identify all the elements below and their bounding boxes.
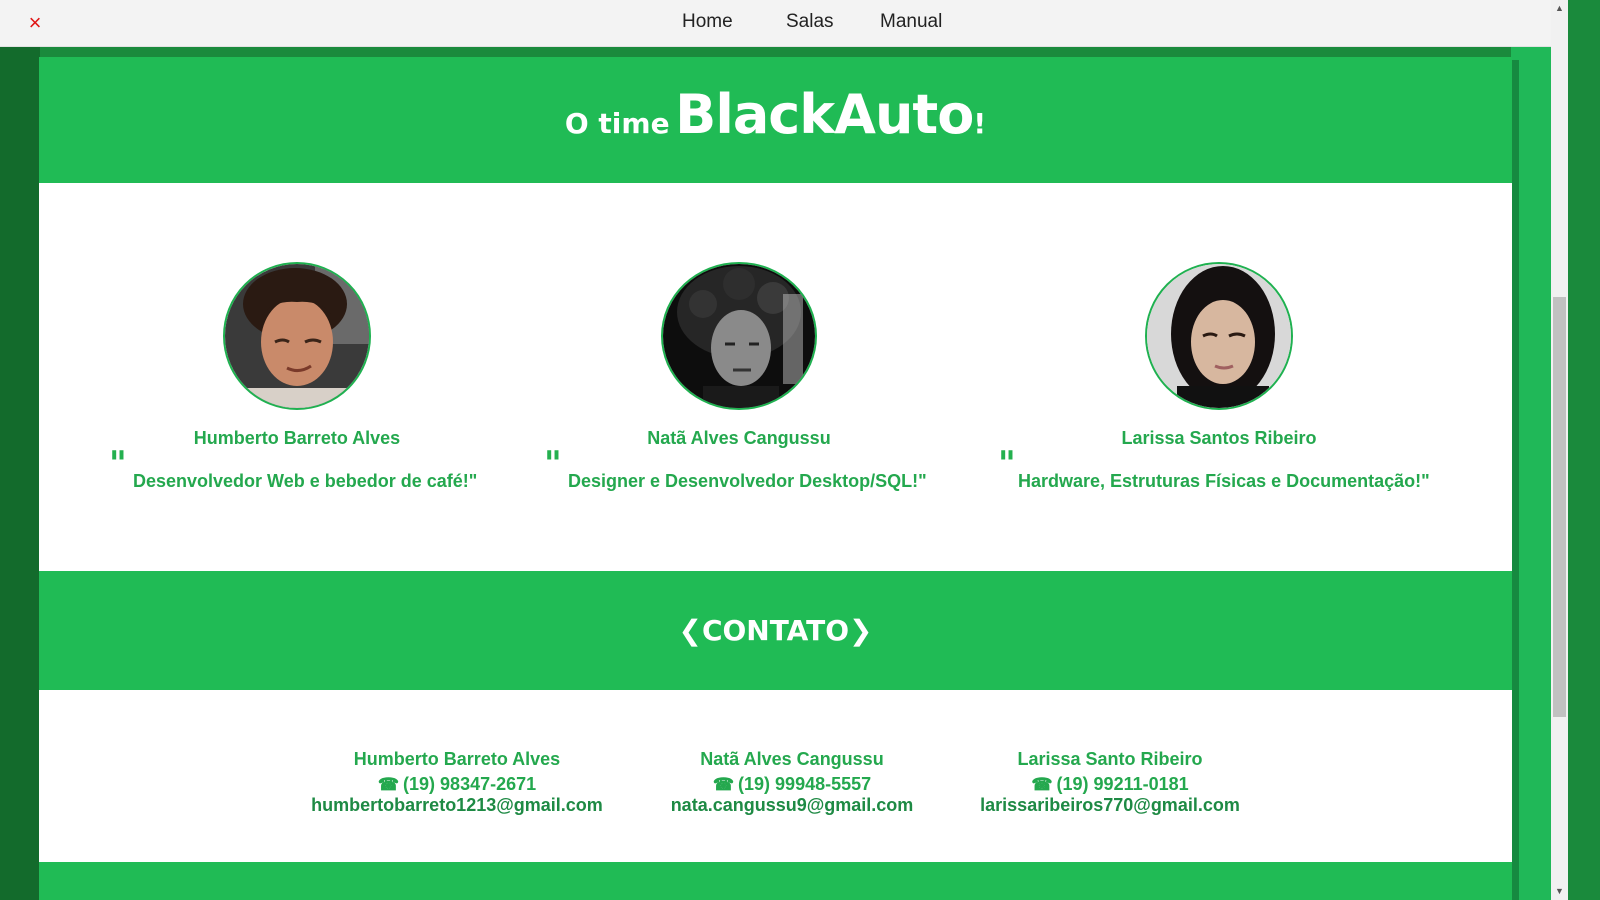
nav-home-link[interactable]: Home xyxy=(682,11,733,33)
quote-icon: " xyxy=(109,444,127,484)
team-title: O time BlackAuto! xyxy=(39,83,1512,146)
contact-title: ❮CONTATO❯ xyxy=(678,614,873,647)
member-quote: " Desenvolvedor Web e bebedor de café!" xyxy=(109,444,485,497)
contact-name: Larissa Santo Ribeiro xyxy=(1017,749,1203,769)
phone-number: (19) 98347-2671 xyxy=(403,774,537,794)
team-title-suffix: ! xyxy=(973,107,987,140)
contact-card: Humberto Barreto Alves ☎ (19) 98347-2671 … xyxy=(299,749,615,816)
contact-email[interactable]: nata.cangussu9@gmail.com xyxy=(653,795,931,816)
avatar xyxy=(661,262,817,410)
team-header: O time BlackAuto! xyxy=(39,57,1512,183)
phone-number: (19) 99948-5557 xyxy=(738,774,872,794)
contact-name: Natã Alves Cangussu xyxy=(700,749,884,769)
scrollbar-thumb[interactable] xyxy=(1553,297,1566,717)
contact-name: Humberto Barreto Alves xyxy=(353,749,561,769)
avatar xyxy=(1145,262,1293,410)
brand-name: BlackAuto xyxy=(675,83,974,146)
team-member-card: Humberto Barreto Alves " Desenvolvedor W… xyxy=(109,262,485,497)
quote-text: Hardware, Estruturas Físicas e Documenta… xyxy=(1018,471,1430,491)
main-nav: Home Salas Manual xyxy=(0,0,1551,46)
contact-phone[interactable]: ☎ (19) 99948-5557 xyxy=(653,774,931,795)
member-quote: " Hardware, Estruturas Físicas e Documen… xyxy=(994,444,1444,497)
member-name: Humberto Barreto Alves xyxy=(193,428,401,448)
quote-icon: " xyxy=(544,444,562,484)
contact-phone[interactable]: ☎ (19) 99211-0181 xyxy=(963,774,1257,795)
quote-text: Desenvolvedor Web e bebedor de café!" xyxy=(133,471,478,491)
footer-band xyxy=(39,862,1512,900)
avatar-photo xyxy=(663,264,815,408)
quote-text: Designer e Desenvolvedor Desktop/SQL!" xyxy=(568,471,927,491)
left-background-rail xyxy=(0,46,40,900)
team-title-prefix: O time xyxy=(564,107,670,140)
phone-number: (19) 99211-0181 xyxy=(1056,774,1189,794)
member-name: Natã Alves Cangussu xyxy=(647,428,831,448)
phone-icon: ☎ xyxy=(712,775,735,794)
team-member-card: Larissa Santos Ribeiro " Hardware, Estru… xyxy=(994,262,1444,497)
phone-icon: ☎ xyxy=(377,775,400,794)
member-quote: " Designer e Desenvolvedor Desktop/SQL!" xyxy=(544,444,934,497)
team-member-card: Natã Alves Cangussu " Designer e Desenvo… xyxy=(544,262,934,497)
contact-phone[interactable]: ☎ (19) 98347-2671 xyxy=(299,774,615,795)
card-shadow xyxy=(1511,60,1519,900)
scroll-up-icon[interactable]: ▲ xyxy=(1551,0,1568,17)
avatar-photo xyxy=(1147,264,1291,408)
avatar-photo xyxy=(225,264,369,408)
nav-manual-link[interactable]: Manual xyxy=(880,11,942,33)
contact-header: ❮CONTATO❯ xyxy=(39,571,1512,690)
content-card: O time BlackAuto! Humberto Barreto Alves… xyxy=(39,57,1512,900)
contact-card: Larissa Santo Ribeiro ☎ (19) 99211-0181 l… xyxy=(963,749,1257,816)
contact-email[interactable]: humbertobarreto1213@gmail.com xyxy=(299,795,615,816)
contact-email[interactable]: larissaribeiros770@gmail.com xyxy=(963,795,1257,816)
phone-icon: ☎ xyxy=(1031,775,1053,794)
nav-salas-link[interactable]: Salas xyxy=(786,11,834,33)
member-name: Larissa Santos Ribeiro xyxy=(1121,428,1317,448)
top-navbar: × Home Salas Manual xyxy=(0,0,1551,47)
quote-icon: " xyxy=(998,444,1016,484)
avatar xyxy=(223,262,371,410)
contact-card: Natã Alves Cangussu ☎ (19) 99948-5557 nat… xyxy=(653,749,931,816)
scroll-down-icon[interactable]: ▼ xyxy=(1551,883,1568,900)
vertical-scrollbar[interactable]: ▲ ▼ xyxy=(1551,0,1568,900)
